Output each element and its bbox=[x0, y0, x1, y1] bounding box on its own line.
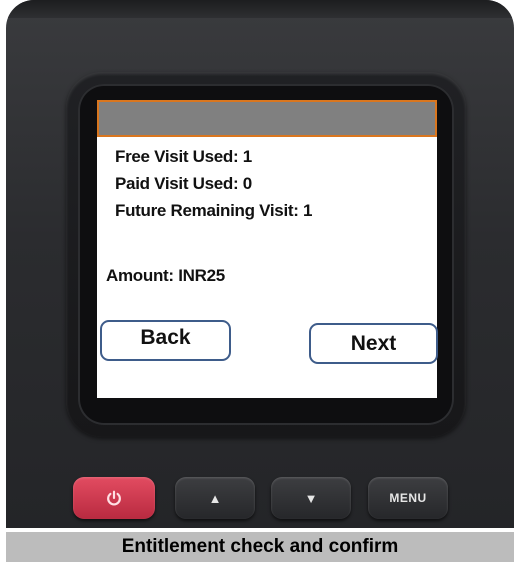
menu-key-label: MENU bbox=[389, 491, 427, 505]
terminal-screen: Free Visit Used: 1 Paid Visit Used: 0 Fu… bbox=[97, 100, 438, 398]
power-key[interactable] bbox=[73, 477, 155, 519]
up-arrow-key[interactable]: ▲ bbox=[175, 477, 255, 519]
amount-text: Amount: INR25 bbox=[106, 266, 225, 285]
power-icon bbox=[107, 490, 121, 506]
back-button[interactable]: Back bbox=[100, 320, 231, 361]
next-button[interactable]: Next bbox=[309, 323, 438, 364]
down-arrow-icon: ▼ bbox=[304, 490, 318, 506]
paid-visit-used: Paid Visit Used: 0 bbox=[115, 174, 252, 193]
device-top-edge bbox=[6, 0, 514, 18]
figure-caption: Entitlement check and confirm bbox=[6, 532, 514, 562]
future-remaining-visit: Future Remaining Visit: 1 bbox=[115, 201, 313, 220]
menu-key[interactable]: MENU bbox=[368, 477, 448, 519]
screen-header-bar bbox=[97, 100, 437, 137]
free-visit-used: Free Visit Used: 1 bbox=[115, 147, 252, 166]
up-arrow-icon: ▲ bbox=[208, 490, 222, 506]
down-arrow-key[interactable]: ▼ bbox=[271, 477, 351, 519]
